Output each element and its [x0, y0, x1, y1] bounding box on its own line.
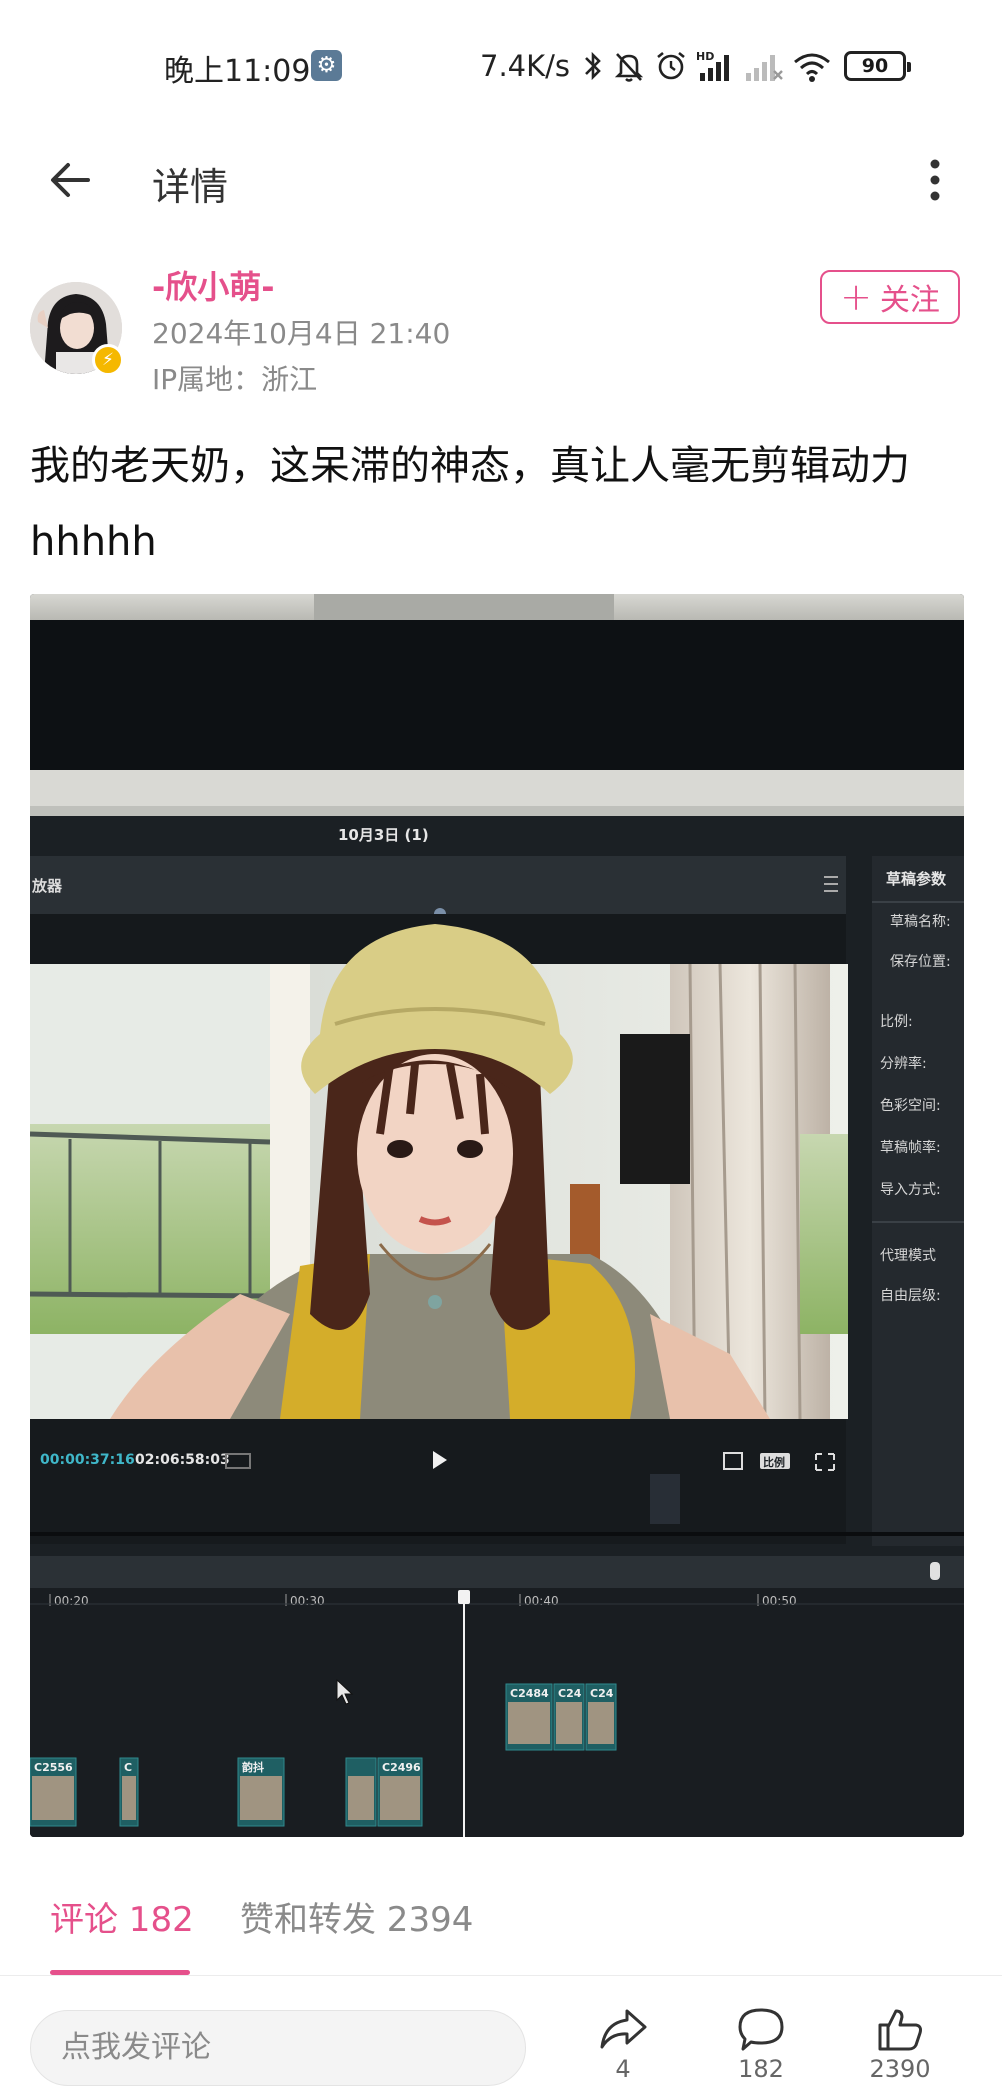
share-button[interactable]: 4 [568, 2005, 678, 2083]
comment-input[interactable]: 点我发评论 [30, 2010, 526, 2086]
settings-icon: ⚙ [311, 50, 342, 81]
comment-tabs: 评论 182 赞和转发 2394 [0, 1880, 1002, 1976]
like-count: 2390 [869, 2055, 931, 2083]
post-image[interactable]: 10月3日 (1) 放器 草稿参数 草稿名称: 保存位置: 比例: 分辨率: 色彩空间:… [30, 594, 964, 1837]
status-indicators: 7.4K/s HD 90 [480, 46, 912, 86]
panel-field: 草稿帧率: [880, 1139, 941, 1156]
timecode-current: 00:00:37:16 [40, 1452, 135, 1468]
verified-badge-icon: ⚡ [92, 344, 124, 376]
hd-signal-icon: HD [696, 48, 736, 84]
page-title: 详情 [152, 165, 229, 209]
thumbs-up-icon [878, 2009, 922, 2051]
svg-text:HD: HD [696, 50, 714, 63]
panel-field: 自由层级: [880, 1288, 941, 1304]
tab-comments[interactable]: 评论 182 [50, 1892, 194, 1941]
wifi-icon [792, 48, 832, 84]
ruler-mark: 00:30 [290, 1594, 325, 1608]
mute-bell-icon [612, 48, 646, 84]
clip-label: C2556 [34, 1761, 73, 1774]
clip-label: C24 [558, 1687, 582, 1700]
comment-button[interactable]: 182 [706, 2005, 816, 2083]
share-icon [600, 2009, 647, 2049]
battery-icon: 90 [844, 51, 912, 81]
author-name[interactable]: -欣小萌- [152, 262, 275, 308]
clip-label: C24 [590, 1687, 614, 1700]
clip-label: C [124, 1761, 132, 1774]
ruler-mark: 00:20 [54, 1594, 89, 1608]
top-nav-bar: 详情 [0, 130, 1002, 240]
signal-icon [744, 48, 784, 84]
ruler-mark: 00:50 [762, 1594, 797, 1608]
clip-label: 韵抖 [242, 1760, 264, 1774]
timecode-total: 02:06:58:03 [135, 1452, 230, 1468]
tab-likes-reposts[interactable]: 赞和转发 2394 [240, 1892, 473, 1941]
ruler-mark: 00:40 [524, 1594, 559, 1608]
panel-title: 草稿参数 [886, 870, 947, 888]
like-button[interactable]: 2390 [845, 2005, 955, 2083]
comment-count: 182 [738, 2055, 784, 2083]
player-label: 放器 [31, 877, 63, 895]
status-bar: 晚上11:09 ⚙ 7.4K/s HD 90 [0, 0, 1002, 130]
status-time: 晚上11:09 [164, 54, 311, 89]
active-tab-indicator [50, 1970, 190, 1975]
net-speed: 7.4K/s [480, 49, 571, 83]
panel-field: 草稿名称: [890, 914, 951, 930]
panel-field: 色彩空间: [880, 1097, 941, 1114]
alarm-icon [654, 48, 688, 84]
bluetooth-icon [582, 48, 604, 84]
clip-label: C2484 [510, 1687, 549, 1700]
back-arrow-icon[interactable] [40, 150, 100, 210]
panel-field: 保存位置: [890, 954, 951, 970]
panel-field: 分辨率: [880, 1055, 927, 1072]
follow-label: 关注 [879, 283, 940, 318]
bottom-action-bar: 点我发评论 4 182 2390 [0, 1985, 1002, 2094]
plus-icon: + [840, 275, 872, 319]
follow-button[interactable]: + 关注 [820, 270, 960, 324]
post-time: 2024年10月4日 21:40 [152, 317, 451, 350]
more-vertical-icon[interactable] [910, 150, 960, 210]
comment-icon [738, 2008, 784, 2051]
post-text: 我的老天奶，这呆滞的神态，真让人毫无剪辑动力hhhhh [30, 443, 910, 565]
panel-field: 代理模式 [880, 1248, 936, 1264]
share-count: 4 [615, 2055, 631, 2083]
project-title: 10月3日 (1) [338, 826, 429, 844]
panel-field: 比例: [880, 1014, 913, 1030]
panel-field: 导入方式: [880, 1182, 941, 1198]
ip-location: IP属地：浙江 [152, 363, 318, 396]
ratio-label: 比例 [763, 1455, 785, 1469]
clip-label: C2496 [382, 1761, 421, 1774]
